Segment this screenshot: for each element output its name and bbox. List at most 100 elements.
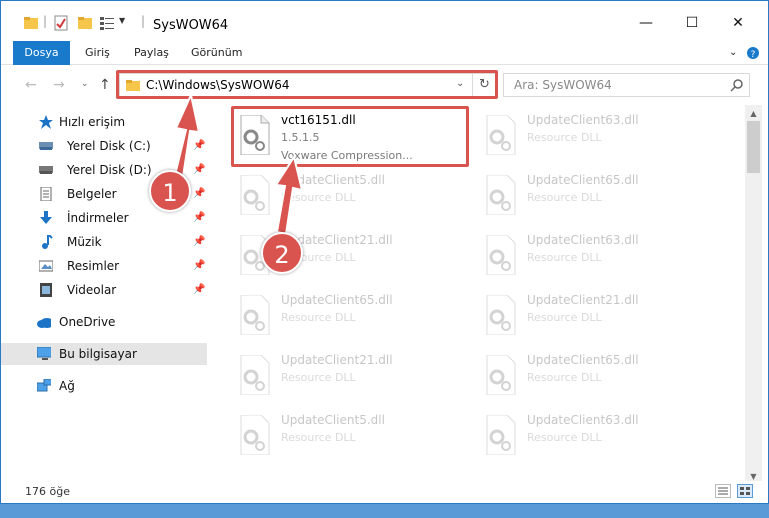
- close-button[interactable]: ✕: [715, 9, 761, 39]
- computer-icon: [37, 347, 51, 360]
- star-icon: [39, 115, 53, 129]
- help-icon[interactable]: ?: [746, 41, 760, 60]
- vertical-scrollbar[interactable]: ▲ ▼: [745, 105, 762, 485]
- details-view-icon[interactable]: [715, 484, 731, 498]
- file-item[interactable]: UpdateClient5.dll Resource DLL: [233, 409, 473, 467]
- dll-file-icon: [240, 295, 270, 335]
- dll-file-icon: [240, 175, 270, 215]
- dll-file-icon: [486, 355, 516, 395]
- file-name: UpdateClient65.dll: [281, 293, 393, 307]
- file-item[interactable]: UpdateClient21.dll Resource DLL: [479, 289, 719, 347]
- ribbon-expand-chevron-icon[interactable]: ⌄: [729, 41, 737, 65]
- file-name: UpdateClient5.dll: [281, 173, 385, 187]
- file-item[interactable]: UpdateClient65.dll Resource DLL: [479, 169, 719, 227]
- onedrive-icon: [37, 318, 51, 328]
- file-item[interactable]: UpdateClient63.dll Resource DLL: [479, 409, 719, 467]
- sidebar-item-pictures[interactable]: Resimler 📌: [1, 255, 207, 277]
- search-icon[interactable]: [730, 79, 743, 92]
- file-item[interactable]: UpdateClient63.dll Resource DLL: [479, 229, 719, 287]
- file-name: UpdateClient65.dll: [527, 173, 639, 187]
- sidebar-item-label: Resimler: [67, 259, 120, 273]
- file-description: Resource DLL: [281, 371, 356, 384]
- file-item[interactable]: UpdateClient21.dll Resource DLL: [233, 349, 473, 407]
- pin-icon: 📌: [193, 236, 206, 247]
- item-count: 176 öğe: [25, 485, 70, 498]
- status-bar: 176 öğe: [1, 481, 768, 503]
- sidebar-item-videos[interactable]: Videolar 📌: [1, 279, 207, 301]
- minimize-button[interactable]: —: [623, 9, 669, 39]
- file-item[interactable]: UpdateClient65.dll Resource DLL: [233, 289, 473, 347]
- file-name: UpdateClient63.dll: [527, 113, 639, 127]
- scroll-thumb[interactable]: [747, 121, 760, 173]
- forward-arrow-icon[interactable]: →: [53, 77, 65, 93]
- properties-icon[interactable]: [53, 15, 69, 31]
- sidebar-item-music[interactable]: Müzik 📌: [1, 231, 207, 253]
- sidebar-item-label: Bu bilgisayar: [59, 347, 137, 361]
- back-arrow-icon[interactable]: ←: [25, 77, 37, 93]
- pin-icon: 📌: [193, 212, 206, 223]
- file-name: UpdateClient21.dll: [527, 293, 639, 307]
- dll-file-icon: [486, 415, 516, 455]
- sidebar-item-label: Yerel Disk (D:): [67, 163, 152, 177]
- qa-divider: |: [43, 14, 48, 28]
- dll-file-icon: [486, 235, 516, 275]
- file-item[interactable]: UpdateClient63.dll Resource DLL: [479, 109, 719, 167]
- file-name: UpdateClient63.dll: [527, 233, 639, 247]
- recent-locations-chevron-icon[interactable]: ⌄: [81, 79, 89, 89]
- address-highlight-box: [116, 70, 498, 99]
- pin-icon: 📌: [193, 284, 206, 295]
- qa-customize-chevron-icon[interactable]: ▼: [119, 16, 125, 32]
- folder-icon[interactable]: [23, 15, 39, 31]
- file-name: UpdateClient5.dll: [281, 413, 385, 427]
- file-highlight-box: [231, 106, 469, 167]
- sidebar-item-label: Yerel Disk (C:): [67, 139, 151, 153]
- pin-icon: 📌: [193, 188, 206, 199]
- sidebar-item-label: İndirmeler: [67, 211, 129, 225]
- sidebar-item-this-pc[interactable]: Bu bilgisayar: [1, 343, 207, 365]
- pictures-icon: [39, 260, 53, 272]
- dll-file-icon: [486, 115, 516, 155]
- search-box[interactable]: Ara: SysWOW64: [503, 73, 750, 97]
- dll-file-icon: [240, 355, 270, 395]
- file-item[interactable]: UpdateClient65.dll Resource DLL: [479, 349, 719, 407]
- documents-icon: [40, 187, 52, 201]
- file-description: Resource DLL: [527, 191, 602, 204]
- title-divider: |: [141, 14, 146, 28]
- maximize-button[interactable]: ☐: [669, 9, 715, 39]
- pin-icon: 📌: [193, 260, 206, 271]
- scroll-up-arrow-icon[interactable]: ▲: [745, 105, 762, 122]
- tab-view[interactable]: Görünüm: [191, 41, 242, 65]
- step-1-badge: 1: [149, 170, 191, 212]
- new-folder-icon[interactable]: [77, 15, 93, 31]
- music-icon: [42, 235, 53, 249]
- sidebar-item-label: Videolar: [67, 283, 117, 297]
- drive-icon: [39, 166, 53, 174]
- tab-home[interactable]: Giriş: [85, 41, 110, 65]
- sidebar-item-label: OneDrive: [59, 315, 116, 329]
- view-details-icon[interactable]: [99, 15, 115, 31]
- file-item[interactable]: UpdateClient5.dll Resource DLL: [233, 169, 473, 227]
- svg-text:?: ?: [751, 50, 756, 60]
- up-arrow-icon[interactable]: ↑: [99, 77, 111, 93]
- window-title: SysWOW64: [153, 18, 229, 33]
- tab-file[interactable]: Dosya: [13, 41, 70, 65]
- sidebar-item-quick-access[interactable]: Hızlı erişim: [1, 111, 207, 133]
- pin-icon: 📌: [193, 140, 206, 151]
- file-description: Resource DLL: [527, 431, 602, 444]
- step-2-badge: 2: [261, 232, 303, 274]
- sidebar-item-onedrive[interactable]: OneDrive: [1, 311, 207, 333]
- sidebar-item-local-disk-c[interactable]: Yerel Disk (C:) 📌: [1, 135, 207, 157]
- download-icon: [40, 211, 52, 224]
- large-icons-view-icon[interactable]: [737, 484, 753, 498]
- file-description: Resource DLL: [527, 311, 602, 324]
- tab-share[interactable]: Paylaş: [134, 41, 169, 65]
- sidebar-item-network[interactable]: Ağ: [1, 375, 207, 397]
- file-description: Resource DLL: [527, 371, 602, 384]
- file-description: Resource DLL: [281, 431, 356, 444]
- search-input[interactable]: Ara: SysWOW64: [514, 78, 612, 92]
- videos-icon: [40, 283, 52, 297]
- dll-file-icon: [486, 175, 516, 215]
- drive-icon: [39, 142, 53, 150]
- sidebar-item-label: Müzik: [67, 235, 102, 249]
- dll-file-icon: [240, 415, 270, 455]
